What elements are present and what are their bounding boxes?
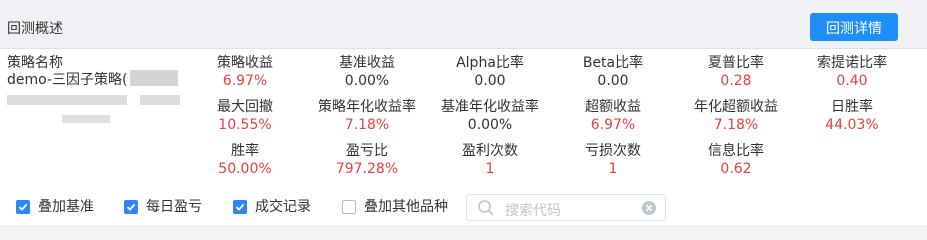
check-icon xyxy=(126,203,136,211)
metric-cell: 盈利次数 1 xyxy=(430,141,550,178)
metric-value: 0.00% xyxy=(467,117,513,133)
metric-cell: 策略收益 6.97% xyxy=(185,53,305,90)
panel-header: 回测概述 回测详情 xyxy=(0,0,927,49)
trade-records-checkbox[interactable] xyxy=(233,200,247,214)
daily-pnl-label[interactable]: 每日盈亏 xyxy=(146,198,202,216)
metric-value: 6.97% xyxy=(590,117,636,133)
metric-cell: 策略年化收益率 7.18% xyxy=(307,97,427,134)
metric-cell: 基准年化收益率 0.00% xyxy=(430,97,550,134)
metric-cell: 索提诺比率 0.40 xyxy=(792,53,912,90)
metric-cell: 盈亏比 797.28% xyxy=(307,141,427,178)
backtest-summary-panel: 回测概述 回测详情 策略名称 demo-三因子策略( 策略收益 6.97% 基准收益… xyxy=(0,0,927,225)
backtest-detail-button[interactable]: 回测详情 xyxy=(810,13,898,41)
metric-value: 0.00% xyxy=(344,73,390,89)
metric-cell: 最大回撤 10.55% xyxy=(185,97,305,134)
metric-cell: 信息比率 0.62 xyxy=(676,141,796,178)
metric-label: 索提诺比率 xyxy=(817,55,887,71)
clear-icon[interactable] xyxy=(641,200,657,216)
metric-value: 0.00 xyxy=(474,73,506,89)
metric-label: Alpha比率 xyxy=(456,55,524,71)
metric-cell: 胜率 50.00% xyxy=(185,141,305,178)
metric-label: 年化超额收益 xyxy=(694,99,778,115)
metric-value: 50.00% xyxy=(218,161,272,177)
metric-label: Beta比率 xyxy=(582,55,644,71)
metrics-grid: 策略收益 6.97% 基准收益 0.00% Alpha比率 0.00 Beta比率 0.00 夏… xyxy=(0,50,927,190)
metric-label: 胜率 xyxy=(231,143,259,159)
metric-value: 0.62 xyxy=(720,161,752,177)
metric-label: 夏普比率 xyxy=(708,55,764,71)
metric-value: 7.18% xyxy=(344,117,390,133)
overlay-benchmark-label[interactable]: 叠加基准 xyxy=(38,198,94,216)
metric-label: 基准年化收益率 xyxy=(441,99,539,115)
panel-title: 回测概述 xyxy=(7,21,63,37)
search-code-input[interactable]: 搜索代码 xyxy=(466,194,666,221)
metric-value: 0.40 xyxy=(836,73,868,89)
overlay-benchmark-checkbox[interactable] xyxy=(16,200,30,214)
trade-records-label[interactable]: 成交记录 xyxy=(255,198,311,216)
check-icon xyxy=(235,203,245,211)
metric-cell: 夏普比率 0.28 xyxy=(676,53,796,90)
metric-cell: 超额收益 6.97% xyxy=(553,97,673,134)
metric-label: 盈利次数 xyxy=(462,143,518,159)
metric-value: 7.18% xyxy=(713,117,759,133)
metric-label: 最大回撤 xyxy=(217,99,273,115)
metric-cell: Beta比率 0.00 xyxy=(553,53,673,90)
metric-label: 日胜率 xyxy=(831,99,873,115)
metric-label: 超额收益 xyxy=(585,99,641,115)
metric-label: 策略年化收益率 xyxy=(318,99,416,115)
metric-label: 信息比率 xyxy=(708,143,764,159)
metric-value: 1 xyxy=(485,161,495,177)
overlay-other-checkbox[interactable] xyxy=(342,200,356,214)
metric-value: 797.28% xyxy=(335,161,399,177)
metric-value: 6.97% xyxy=(222,73,268,89)
metric-label: 策略收益 xyxy=(217,55,273,71)
search-placeholder: 搜索代码 xyxy=(505,203,561,219)
daily-pnl-checkbox[interactable] xyxy=(124,200,138,214)
metric-cell: 日胜率 44.03% xyxy=(792,97,912,134)
search-icon xyxy=(478,200,494,216)
metric-cell: 基准收益 0.00% xyxy=(307,53,427,90)
metric-cell: 亏损次数 1 xyxy=(553,141,673,178)
metric-cell: Alpha比率 0.00 xyxy=(430,53,550,90)
metric-label: 盈亏比 xyxy=(346,143,388,159)
metric-value: 0.28 xyxy=(720,73,752,89)
metric-label: 亏损次数 xyxy=(585,143,641,159)
overlay-other-label[interactable]: 叠加其他品种 xyxy=(364,198,448,216)
check-icon xyxy=(18,203,28,211)
metric-label: 基准收益 xyxy=(339,55,395,71)
metric-value: 0.00 xyxy=(597,73,629,89)
metric-cell: 年化超额收益 7.18% xyxy=(676,97,796,134)
metric-value: 1 xyxy=(608,161,618,177)
chart-options-bar: 叠加基准 每日盈亏 成交记录 叠加其他品种 搜索代码 xyxy=(0,192,927,225)
metric-value: 10.55% xyxy=(218,117,272,133)
metric-value: 44.03% xyxy=(825,117,879,133)
